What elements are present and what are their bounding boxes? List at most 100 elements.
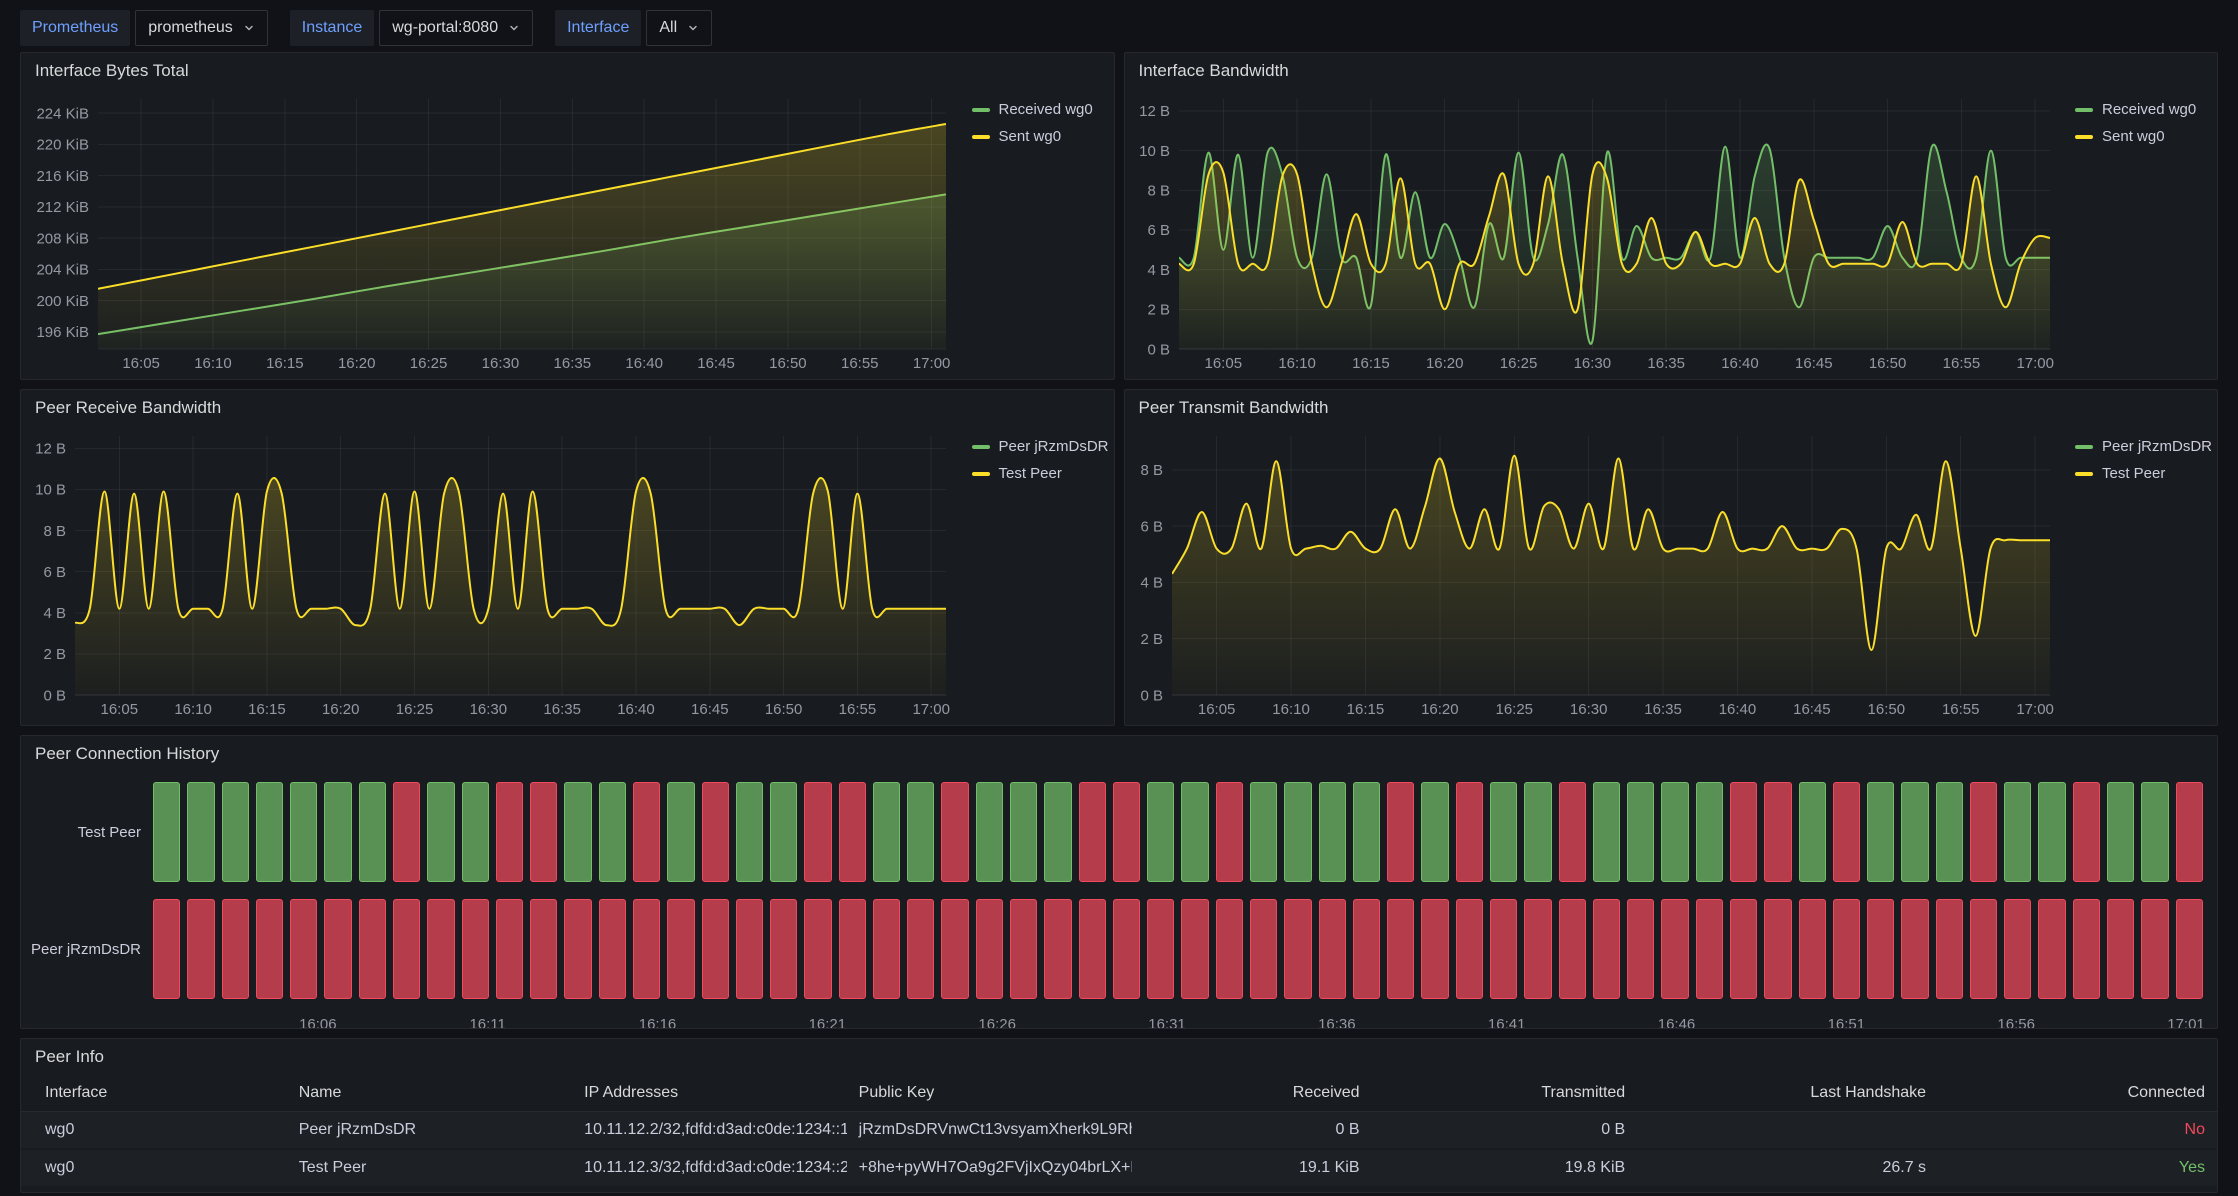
status-bar-connected[interactable] (2141, 782, 2168, 882)
status-bar-disconnected[interactable] (1456, 899, 1483, 999)
status-bar-disconnected[interactable] (736, 899, 763, 999)
status-bar-disconnected[interactable] (1593, 899, 1620, 999)
status-bar-disconnected[interactable] (599, 899, 626, 999)
panel-title[interactable]: Peer Transmit Bandwidth (1139, 398, 1329, 418)
status-bar-connected[interactable] (1490, 782, 1517, 882)
status-bar-connected[interactable] (1284, 782, 1311, 882)
status-bar-connected[interactable] (1181, 782, 1208, 882)
status-bar-connected[interactable] (873, 782, 900, 882)
status-bar-disconnected[interactable] (1730, 899, 1757, 999)
panel-header[interactable]: Peer Connection History (21, 736, 2217, 772)
status-bar-disconnected[interactable] (496, 899, 523, 999)
status-bar-disconnected[interactable] (839, 782, 866, 882)
status-bar-disconnected[interactable] (2141, 899, 2168, 999)
status-bar-connected[interactable] (1524, 782, 1551, 882)
panel-header[interactable]: Peer Transmit Bandwidth (1125, 390, 2218, 426)
status-bar-disconnected[interactable] (839, 899, 866, 999)
status-bar-disconnected[interactable] (1113, 899, 1140, 999)
status-bar-disconnected[interactable] (393, 899, 420, 999)
status-bar-disconnected[interactable] (1216, 899, 1243, 999)
status-bar-connected[interactable] (1661, 782, 1688, 882)
status-bar-disconnected[interactable] (1970, 899, 1997, 999)
status-bar-disconnected[interactable] (1833, 782, 1860, 882)
status-bar-connected[interactable] (1353, 782, 1380, 882)
status-bar-disconnected[interactable] (222, 899, 249, 999)
status-bar-disconnected[interactable] (1559, 899, 1586, 999)
table-column-header[interactable]: Name (287, 1075, 572, 1112)
status-bar-disconnected[interactable] (359, 899, 386, 999)
status-bar-connected[interactable] (187, 782, 214, 882)
status-bar-disconnected[interactable] (976, 899, 1003, 999)
status-bar-disconnected[interactable] (1319, 899, 1346, 999)
panel-title[interactable]: Interface Bandwidth (1139, 61, 1289, 81)
panel-header[interactable]: Interface Bandwidth (1125, 53, 2218, 89)
status-bar-disconnected[interactable] (1833, 899, 1860, 999)
status-bar-connected[interactable] (736, 782, 763, 882)
status-bar-connected[interactable] (976, 782, 1003, 882)
table-column-header[interactable]: Transmitted (1372, 1075, 1638, 1112)
variable-dropdown-interface[interactable]: All (646, 10, 712, 46)
table-column-header[interactable]: Interface (21, 1075, 287, 1112)
status-bar-connected[interactable] (599, 782, 626, 882)
status-bar-connected[interactable] (907, 782, 934, 882)
status-bar-disconnected[interactable] (564, 899, 591, 999)
legend-item[interactable]: Received wg0 (972, 101, 1106, 118)
status-bar-connected[interactable] (222, 782, 249, 882)
legend-item[interactable]: Sent wg0 (2075, 128, 2209, 145)
status-bar-disconnected[interactable] (941, 782, 968, 882)
legend-item[interactable]: Peer jRzmDsDR (972, 438, 1106, 455)
status-bar-disconnected[interactable] (1181, 899, 1208, 999)
status-bar-disconnected[interactable] (1524, 899, 1551, 999)
table-column-header[interactable]: Public Key (847, 1075, 1132, 1112)
status-bar-disconnected[interactable] (256, 899, 283, 999)
status-bar-disconnected[interactable] (702, 899, 729, 999)
status-bar-connected[interactable] (1010, 782, 1037, 882)
status-bar-connected[interactable] (1696, 782, 1723, 882)
status-bar-connected[interactable] (256, 782, 283, 882)
legend-item[interactable]: Test Peer (972, 465, 1106, 482)
status-bar-connected[interactable] (1799, 782, 1826, 882)
table-column-header[interactable]: IP Addresses (572, 1075, 847, 1112)
status-bar-connected[interactable] (1627, 782, 1654, 882)
status-bar-disconnected[interactable] (2073, 782, 2100, 882)
status-bar-disconnected[interactable] (2073, 899, 2100, 999)
status-bar-disconnected[interactable] (804, 899, 831, 999)
status-bar-disconnected[interactable] (1867, 899, 1894, 999)
variable-dropdown-datasource[interactable]: prometheus (135, 10, 268, 46)
status-bar-disconnected[interactable] (907, 899, 934, 999)
status-bar-connected[interactable] (324, 782, 351, 882)
status-bar-connected[interactable] (1250, 782, 1277, 882)
status-bar-connected[interactable] (427, 782, 454, 882)
status-bar-connected[interactable] (462, 782, 489, 882)
status-bar-disconnected[interactable] (1387, 899, 1414, 999)
time-series-chart[interactable]: 0 B2 B4 B6 B8 B10 B12 B16:0516:1016:1516… (27, 426, 956, 721)
status-bar-connected[interactable] (359, 782, 386, 882)
status-bar-disconnected[interactable] (1113, 782, 1140, 882)
status-bar-disconnected[interactable] (1936, 899, 1963, 999)
status-bar-disconnected[interactable] (633, 899, 660, 999)
status-bar-disconnected[interactable] (530, 782, 557, 882)
status-bar-disconnected[interactable] (393, 782, 420, 882)
status-bar-disconnected[interactable] (1627, 899, 1654, 999)
panel-header[interactable]: Peer Receive Bandwidth (21, 390, 1114, 426)
status-bar-disconnected[interactable] (1799, 899, 1826, 999)
table-column-header[interactable]: Last Handshake (1637, 1075, 1938, 1112)
status-bar-disconnected[interactable] (1147, 899, 1174, 999)
status-bar-connected[interactable] (667, 782, 694, 882)
status-bar-disconnected[interactable] (1456, 782, 1483, 882)
status-bar-connected[interactable] (1319, 782, 1346, 882)
status-bar-disconnected[interactable] (1970, 782, 1997, 882)
status-bar-disconnected[interactable] (2107, 899, 2134, 999)
status-bar-connected[interactable] (2107, 782, 2134, 882)
status-bar-disconnected[interactable] (1079, 782, 1106, 882)
time-series-chart[interactable]: 0 B2 B4 B6 B8 B10 B12 B16:0516:1016:1516… (1131, 89, 2060, 375)
status-bar-disconnected[interactable] (427, 899, 454, 999)
status-bar-disconnected[interactable] (633, 782, 660, 882)
status-bar-disconnected[interactable] (702, 782, 729, 882)
status-bar-connected[interactable] (1421, 782, 1448, 882)
status-bar-disconnected[interactable] (530, 899, 557, 999)
legend-item[interactable]: Sent wg0 (972, 128, 1106, 145)
status-bar-disconnected[interactable] (1079, 899, 1106, 999)
status-bar-connected[interactable] (1936, 782, 1963, 882)
status-bar-connected[interactable] (1867, 782, 1894, 882)
